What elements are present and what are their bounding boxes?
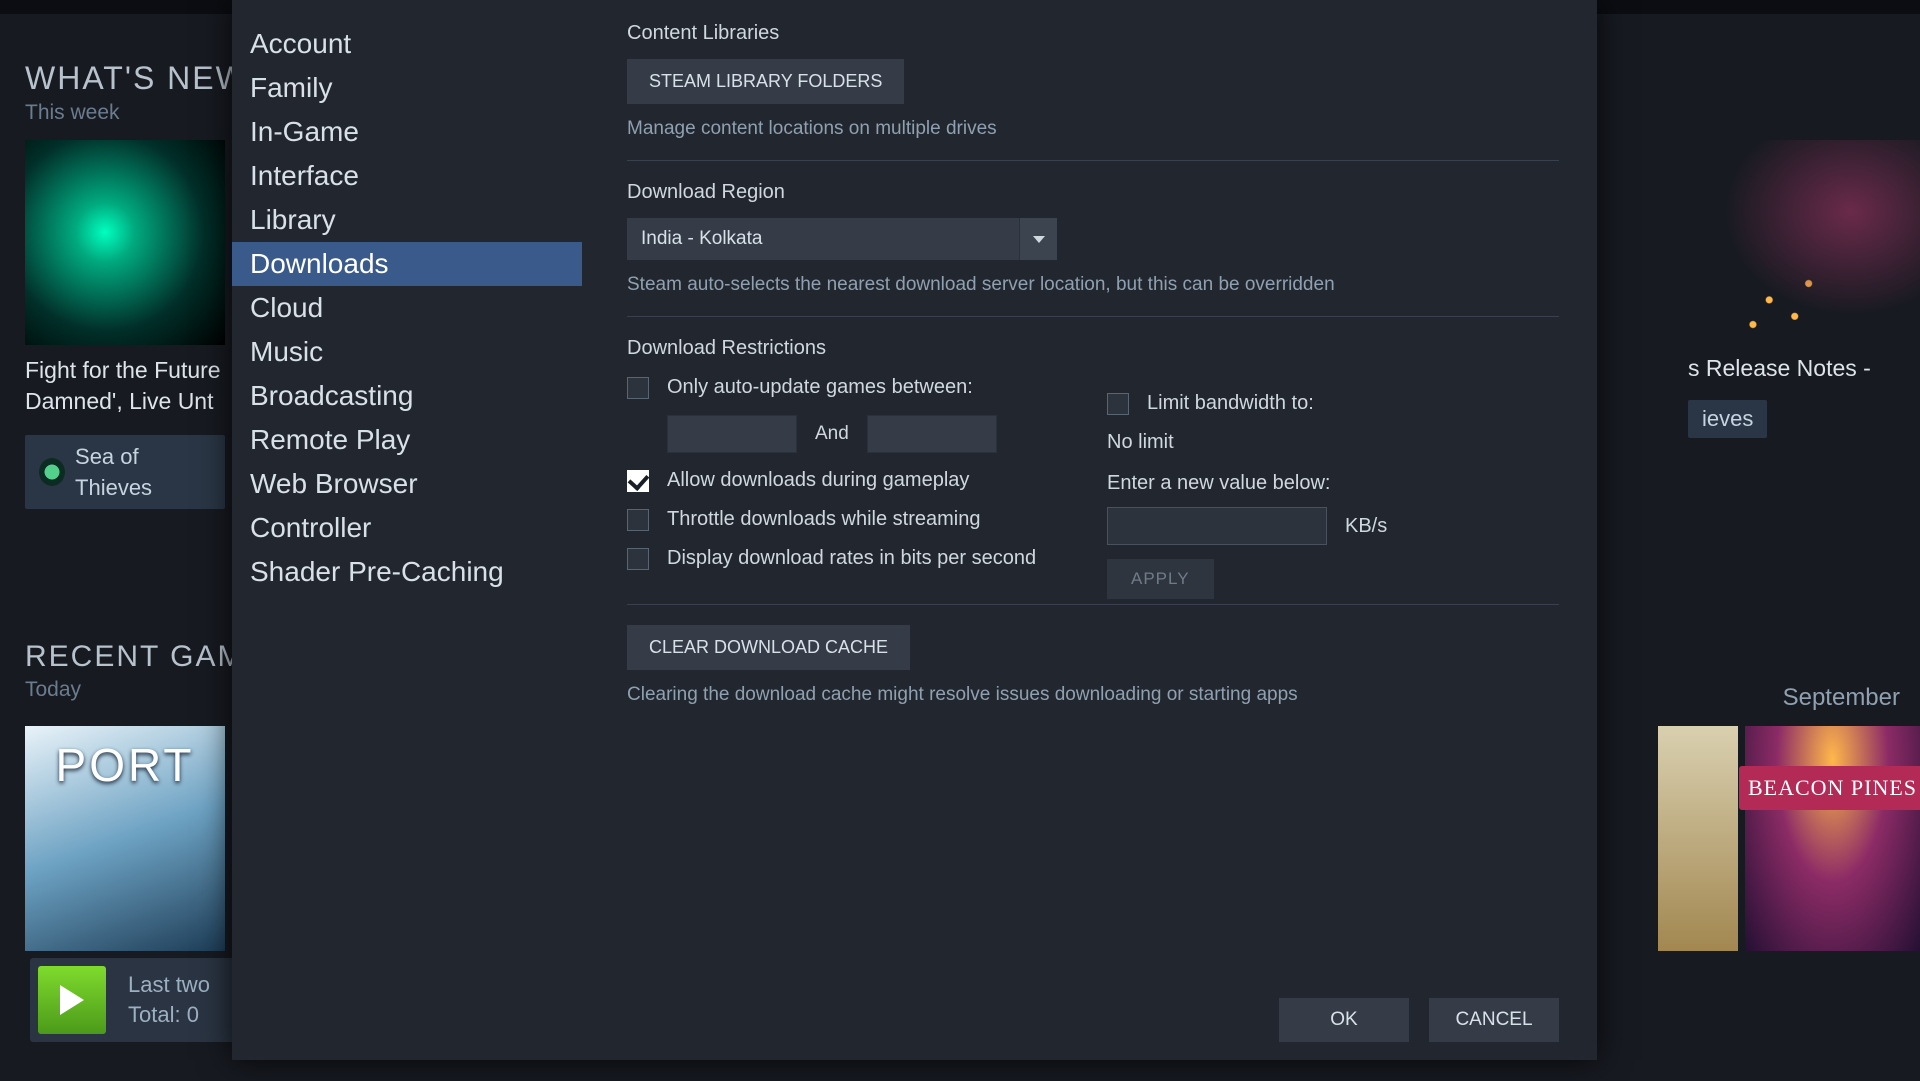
skull-icon bbox=[39, 458, 65, 486]
download-region-select[interactable]: India - Kolkata bbox=[627, 218, 1057, 260]
chevron-down-icon bbox=[1033, 236, 1045, 243]
news-card-2[interactable] bbox=[1688, 140, 1920, 345]
news-card-1-caption: Fight for the Future Damned', Live Unt S… bbox=[25, 355, 225, 509]
throttle-label: Throttle downloads while streaming bbox=[667, 508, 981, 531]
dialog-footer: OK CANCEL bbox=[1279, 998, 1559, 1042]
divider bbox=[627, 604, 1559, 605]
shelf-month-label: September bbox=[1783, 684, 1900, 712]
recent-games-subheading: Today bbox=[25, 678, 244, 702]
sidebar-item-broadcasting[interactable]: Broadcasting bbox=[232, 374, 582, 418]
throttle-row: Throttle downloads while streaming bbox=[627, 508, 1559, 531]
sidebar-item-interface[interactable]: Interface bbox=[232, 154, 582, 198]
content-libraries-heading: Content Libraries bbox=[627, 22, 1559, 45]
recent-game-portal[interactable]: PORT bbox=[25, 726, 225, 951]
allow-downloads-row: Allow downloads during gameplay bbox=[627, 469, 1559, 492]
limit-bandwidth-checkbox[interactable] bbox=[1107, 393, 1129, 415]
download-restrictions-heading: Download Restrictions bbox=[627, 337, 1559, 360]
download-region-heading: Download Region bbox=[627, 181, 1559, 204]
settings-sidebar: AccountFamilyIn-GameInterfaceLibraryDown… bbox=[232, 22, 582, 594]
content-libraries-desc: Manage content locations on multiple dri… bbox=[627, 118, 1559, 140]
play-icon bbox=[60, 985, 84, 1015]
play-button[interactable] bbox=[38, 966, 106, 1034]
no-limit-label: No limit bbox=[1107, 431, 1387, 454]
sidebar-item-cloud[interactable]: Cloud bbox=[232, 286, 582, 330]
sidebar-item-shader-pre-caching[interactable]: Shader Pre-Caching bbox=[232, 550, 582, 594]
time-end-input[interactable] bbox=[867, 415, 997, 453]
portal-label: PORT bbox=[25, 738, 225, 792]
whats-new-subheading: This week bbox=[25, 101, 248, 125]
news-card-1[interactable] bbox=[25, 140, 225, 345]
steam-library-folders-button[interactable]: STEAM LIBRARY FOLDERS bbox=[627, 59, 904, 104]
bandwidth-column: Limit bandwidth to: No limit Enter a new… bbox=[1107, 376, 1387, 599]
limit-bandwidth-label: Limit bandwidth to: bbox=[1147, 392, 1314, 415]
divider bbox=[627, 316, 1559, 317]
time-start-input[interactable] bbox=[667, 415, 797, 453]
limit-bandwidth-row: Limit bandwidth to: bbox=[1107, 392, 1387, 415]
bits-row: Display download rates in bits per secon… bbox=[627, 547, 1559, 570]
and-label: And bbox=[815, 423, 849, 445]
clear-download-cache-button[interactable]: CLEAR DOWNLOAD CACHE bbox=[627, 625, 910, 670]
throttle-checkbox[interactable] bbox=[627, 509, 649, 531]
shelf-game-beacon-pines[interactable]: BEACON PINES bbox=[1745, 726, 1920, 951]
only-auto-update-checkbox[interactable] bbox=[627, 377, 649, 399]
sidebar-item-library[interactable]: Library bbox=[232, 198, 582, 242]
allow-downloads-checkbox[interactable] bbox=[627, 470, 649, 492]
download-region-dropdown-button[interactable] bbox=[1019, 218, 1057, 260]
kbs-label: KB/s bbox=[1345, 515, 1387, 538]
whats-new-heading: WHAT'S NEW bbox=[25, 60, 248, 97]
divider bbox=[627, 160, 1559, 161]
sidebar-item-account[interactable]: Account bbox=[232, 22, 582, 66]
news-card-2-caption: s Release Notes - ieves bbox=[1688, 355, 1920, 438]
download-region-value: India - Kolkata bbox=[627, 218, 1019, 260]
sidebar-item-controller[interactable]: Controller bbox=[232, 506, 582, 550]
download-region-desc: Steam auto-selects the nearest download … bbox=[627, 274, 1559, 296]
ok-button[interactable]: OK bbox=[1279, 998, 1409, 1042]
cancel-button[interactable]: CANCEL bbox=[1429, 998, 1559, 1042]
sidebar-item-family[interactable]: Family bbox=[232, 66, 582, 110]
recent-games-heading: RECENT GAM bbox=[25, 640, 244, 674]
sidebar-item-in-game[interactable]: In-Game bbox=[232, 110, 582, 154]
enter-value-label: Enter a new value below: bbox=[1107, 472, 1387, 495]
sidebar-item-web-browser[interactable]: Web Browser bbox=[232, 462, 582, 506]
game-chip-sea-of-thieves[interactable]: Sea of Thieves bbox=[25, 435, 225, 509]
bandwidth-input[interactable] bbox=[1107, 507, 1327, 545]
sidebar-item-downloads[interactable]: Downloads bbox=[232, 242, 582, 286]
game-chip-2[interactable]: ieves bbox=[1688, 400, 1767, 438]
sidebar-item-music[interactable]: Music bbox=[232, 330, 582, 374]
only-auto-update-row: Only auto-update games between: bbox=[627, 376, 1559, 399]
sidebar-item-remote-play[interactable]: Remote Play bbox=[232, 418, 582, 462]
play-bar: Last two Total: 0 bbox=[30, 958, 240, 1042]
downloads-settings-pane: Content Libraries STEAM LIBRARY FOLDERS … bbox=[627, 22, 1559, 706]
only-auto-update-label: Only auto-update games between: bbox=[667, 376, 973, 399]
play-stats: Last two Total: 0 bbox=[128, 970, 210, 1030]
settings-dialog: AccountFamilyIn-GameInterfaceLibraryDown… bbox=[232, 0, 1597, 1060]
shelf-game-1[interactable] bbox=[1658, 726, 1738, 951]
allow-downloads-label: Allow downloads during gameplay bbox=[667, 469, 969, 492]
bits-checkbox[interactable] bbox=[627, 548, 649, 570]
apply-bandwidth-button[interactable]: APPLY bbox=[1107, 559, 1214, 599]
beacon-pines-logo: BEACON PINES bbox=[1739, 766, 1920, 810]
bits-label: Display download rates in bits per secon… bbox=[667, 547, 1036, 570]
clear-download-cache-desc: Clearing the download cache might resolv… bbox=[627, 684, 1559, 706]
